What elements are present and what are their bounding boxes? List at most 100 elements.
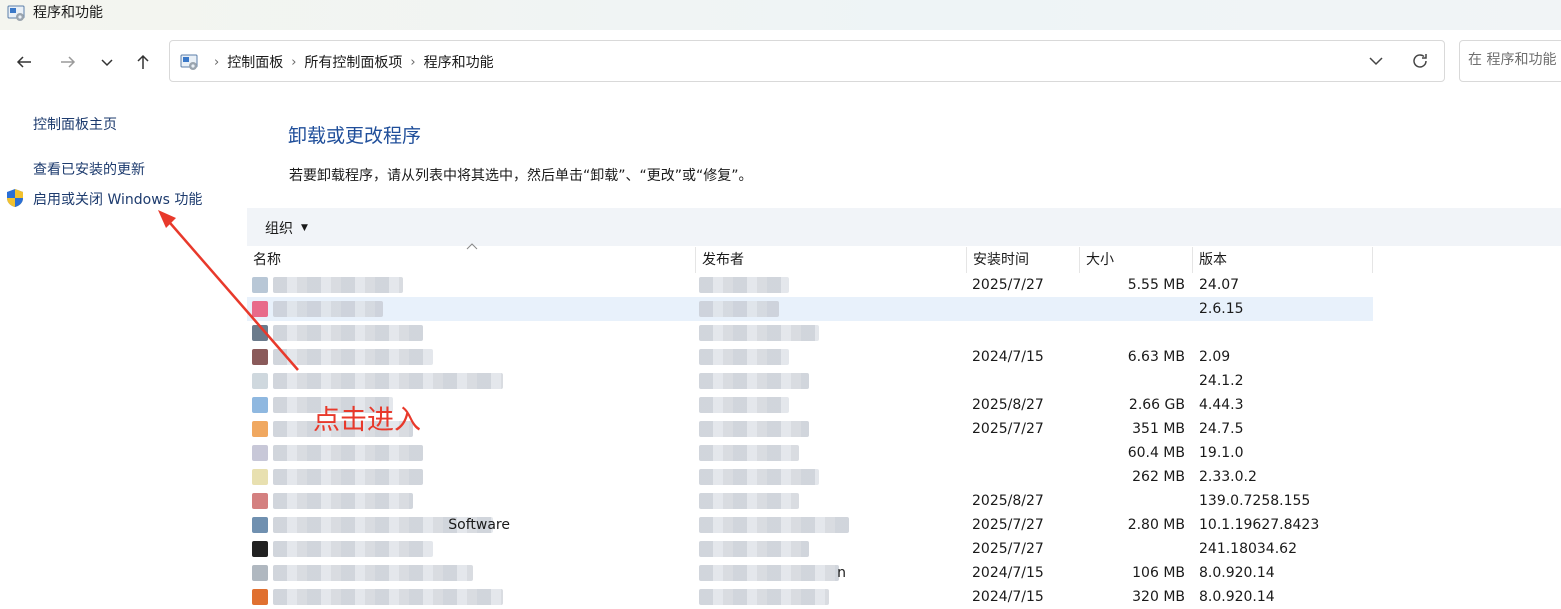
cell-version: 139.0.7258.155 xyxy=(1199,493,1311,509)
breadcrumb-control-panel[interactable]: 控制面板 xyxy=(227,52,283,72)
cell-name xyxy=(253,273,693,297)
cell-name xyxy=(253,465,693,489)
page-title: 卸载或更改程序 xyxy=(288,125,422,147)
cell-size xyxy=(1081,537,1185,561)
forward-arrow-icon xyxy=(61,56,76,68)
shield-icon xyxy=(7,189,23,207)
table-row[interactable]: 2.6.15 xyxy=(247,297,1373,321)
table-row[interactable]: 60.4 MB 19.1.0 xyxy=(247,441,1373,465)
cell-install-date: 2025/7/27 xyxy=(972,541,1044,557)
breadcrumb-separator: › xyxy=(214,54,220,70)
table-row[interactable]: 24.1.2 xyxy=(247,369,1373,393)
cell-publisher xyxy=(702,297,962,321)
cell-install-date: 2025/7/27 xyxy=(972,517,1044,533)
cell-version: 19.1.0 xyxy=(1199,445,1244,461)
cell-name xyxy=(253,345,693,369)
cell-size: 351 MB xyxy=(1132,421,1185,437)
cell-size: 60.4 MB xyxy=(1127,445,1185,461)
chevron-down-icon[interactable] xyxy=(1366,51,1386,71)
cell-version: 2.09 xyxy=(1199,349,1231,365)
column-header-publisher[interactable]: 发布者 xyxy=(696,247,967,273)
cell-name xyxy=(253,561,693,585)
cell-publisher xyxy=(702,273,962,297)
cell-install-date xyxy=(972,465,1077,489)
cell-version: 2.33.0.2 xyxy=(1199,469,1257,485)
cell-name xyxy=(253,369,693,393)
cell-publisher xyxy=(702,465,962,489)
table-row[interactable]: 262 MB 2.33.0.2 xyxy=(247,465,1373,489)
cell-install-date: 2025/7/27 xyxy=(972,277,1044,293)
cell-name xyxy=(253,585,693,609)
cell-name xyxy=(253,489,693,513)
control-panel-icon xyxy=(180,54,198,70)
sidebar-link-installed-updates[interactable]: 查看已安装的更新 xyxy=(33,159,145,179)
column-header-version[interactable]: 版本 xyxy=(1193,247,1373,273)
table-row[interactable]: 2025/7/27 5.55 MB 24.07 xyxy=(247,273,1373,297)
sidebar-link-home[interactable]: 控制面板主页 xyxy=(33,114,117,134)
cell-install-date xyxy=(972,321,1077,345)
cell-publisher xyxy=(702,585,962,609)
cell-publisher xyxy=(702,441,962,465)
cell-version xyxy=(1199,321,1369,345)
cell-publisher xyxy=(702,369,962,393)
table-row[interactable]: 2024/7/15 6.63 MB 2.09 xyxy=(247,345,1373,369)
cell-install-date: 2024/7/15 xyxy=(972,565,1044,581)
cell-size: 320 MB xyxy=(1132,589,1185,605)
up-button[interactable] xyxy=(131,50,155,74)
breadcrumb-all-items[interactable]: 所有控制面板项 xyxy=(304,52,402,72)
cell-size: 262 MB xyxy=(1132,469,1185,485)
window-title: 程序和功能 xyxy=(33,5,103,21)
cell-publisher xyxy=(702,513,962,537)
refresh-icon[interactable] xyxy=(1410,51,1430,71)
control-panel-icon xyxy=(7,5,25,21)
table-row[interactable]: 2025/8/27 139.0.7258.155 xyxy=(247,489,1373,513)
address-bar[interactable]: › 控制面板 › 所有控制面板项 › 程序和功能 xyxy=(169,40,1445,82)
cell-publisher xyxy=(702,417,962,441)
back-arrow-icon xyxy=(16,56,31,68)
cell-publisher xyxy=(702,393,962,417)
page-instruction: 若要卸载程序，请从列表中将其选中，然后单击“卸载”、“更改”或“修复”。 xyxy=(289,168,753,184)
table-row[interactable]: 2025/7/27 241.18034.62 xyxy=(247,537,1373,561)
cell-size xyxy=(1081,489,1185,513)
back-button[interactable] xyxy=(12,50,36,74)
cell-publisher xyxy=(702,489,962,513)
cell-install-date xyxy=(972,297,1077,321)
cell-size xyxy=(1081,297,1185,321)
cell-name xyxy=(253,297,693,321)
breadcrumb-programs[interactable]: 程序和功能 xyxy=(424,52,494,72)
command-toolbar: 组织 ▼ xyxy=(247,208,1561,246)
cell-publisher xyxy=(702,537,962,561)
column-header-size[interactable]: 大小 xyxy=(1080,247,1193,273)
table-row[interactable]: n 2024/7/15 106 MB 8.0.920.14 xyxy=(247,561,1373,585)
cell-install-date xyxy=(972,441,1077,465)
cell-version: 24.07 xyxy=(1199,277,1240,293)
cell-publisher: n xyxy=(837,565,846,581)
annotation-label: 点击进入 xyxy=(313,405,421,436)
column-header-name[interactable]: 名称 xyxy=(247,247,696,273)
forward-button[interactable] xyxy=(56,50,80,74)
cell-version: 8.0.920.14 xyxy=(1199,589,1275,605)
cell-install-date xyxy=(972,369,1077,393)
cell-install-date: 2024/7/15 xyxy=(972,349,1044,365)
cell-install-date: 2024/7/15 xyxy=(972,589,1044,605)
cell-install-date: 2025/8/27 xyxy=(972,493,1044,509)
recent-locations-button[interactable] xyxy=(95,50,119,74)
cell-size: 5.55 MB xyxy=(1127,277,1185,293)
cell-version: 241.18034.62 xyxy=(1199,541,1297,557)
search-input[interactable] xyxy=(1460,41,1561,79)
cell-size: 2.66 GB xyxy=(1128,397,1185,413)
column-header-date[interactable]: 安装时间 xyxy=(967,247,1080,273)
cell-name xyxy=(253,537,693,561)
cell-name: Software xyxy=(448,517,510,533)
breadcrumb-separator: › xyxy=(291,54,297,70)
search-box[interactable] xyxy=(1459,40,1561,82)
cell-publisher xyxy=(702,345,962,369)
table-row[interactable]: 2024/7/15 320 MB 8.0.920.14 xyxy=(247,585,1373,609)
chevron-down-icon xyxy=(101,59,113,67)
annotation-arrow xyxy=(158,210,299,371)
table-row[interactable] xyxy=(247,321,1373,345)
table-row[interactable]: Software 2025/7/27 2.80 MB 10.1.19627.8423 xyxy=(247,513,1373,537)
cell-size: 6.63 MB xyxy=(1127,349,1185,365)
cell-size: 2.80 MB xyxy=(1127,517,1185,533)
up-arrow-icon xyxy=(137,54,149,69)
